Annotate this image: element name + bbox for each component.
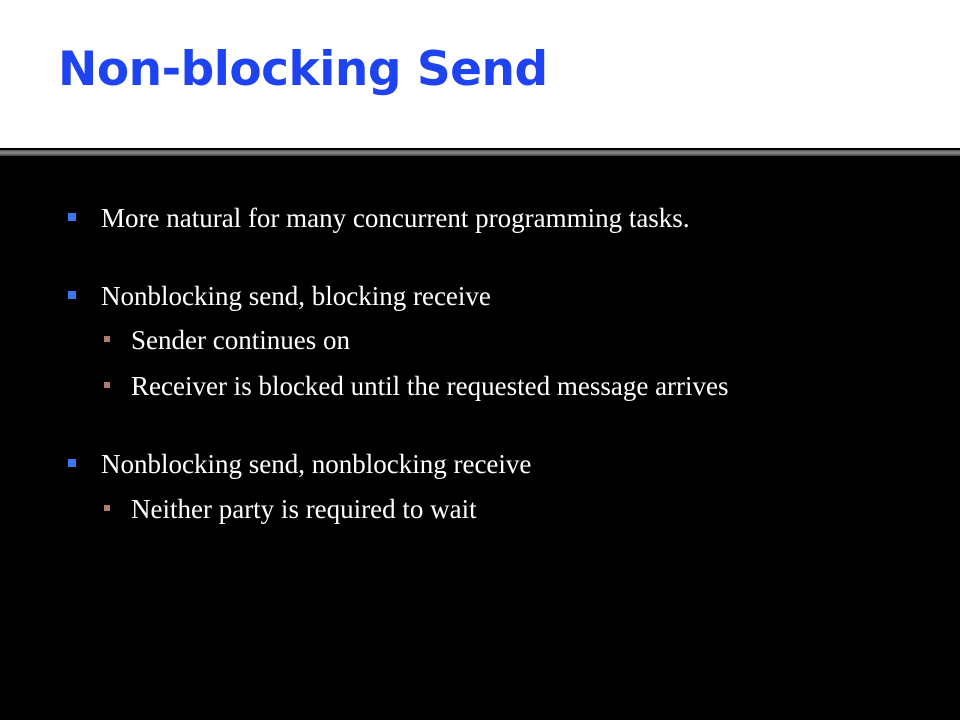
sub-bullet-item: Neither party is required to wait [104, 496, 477, 523]
bullet-text: Nonblocking send, blocking receive [101, 281, 491, 311]
sub-bullet-item: Receiver is blocked until the requested … [104, 373, 729, 400]
sub-bullet-text: Sender continues on [131, 325, 350, 355]
square-bullet-icon [68, 213, 76, 221]
square-bullet-icon [68, 459, 76, 467]
square-sub-bullet-icon [104, 382, 110, 388]
sub-bullet-text: Receiver is blocked until the requested … [131, 371, 729, 401]
sub-bullet-item: Sender continues on [104, 327, 350, 354]
slide-title: Non-blocking Send [58, 42, 548, 97]
bullet-text: Nonblocking send, nonblocking receive [101, 449, 532, 479]
sub-bullet-text: Neither party is required to wait [131, 494, 477, 524]
title-band: Non-blocking Send [0, 0, 960, 148]
title-divider [0, 150, 960, 156]
bullet-text: More natural for many concurrent program… [101, 203, 690, 233]
square-bullet-icon [68, 291, 76, 299]
bullet-item: More natural for many concurrent program… [68, 205, 690, 232]
bullet-item: Nonblocking send, blocking receive [68, 283, 491, 310]
slide: Non-blocking Send More natural for many … [0, 0, 960, 720]
square-sub-bullet-icon [104, 505, 110, 511]
square-sub-bullet-icon [104, 336, 110, 342]
bullet-item: Nonblocking send, nonblocking receive [68, 451, 531, 478]
